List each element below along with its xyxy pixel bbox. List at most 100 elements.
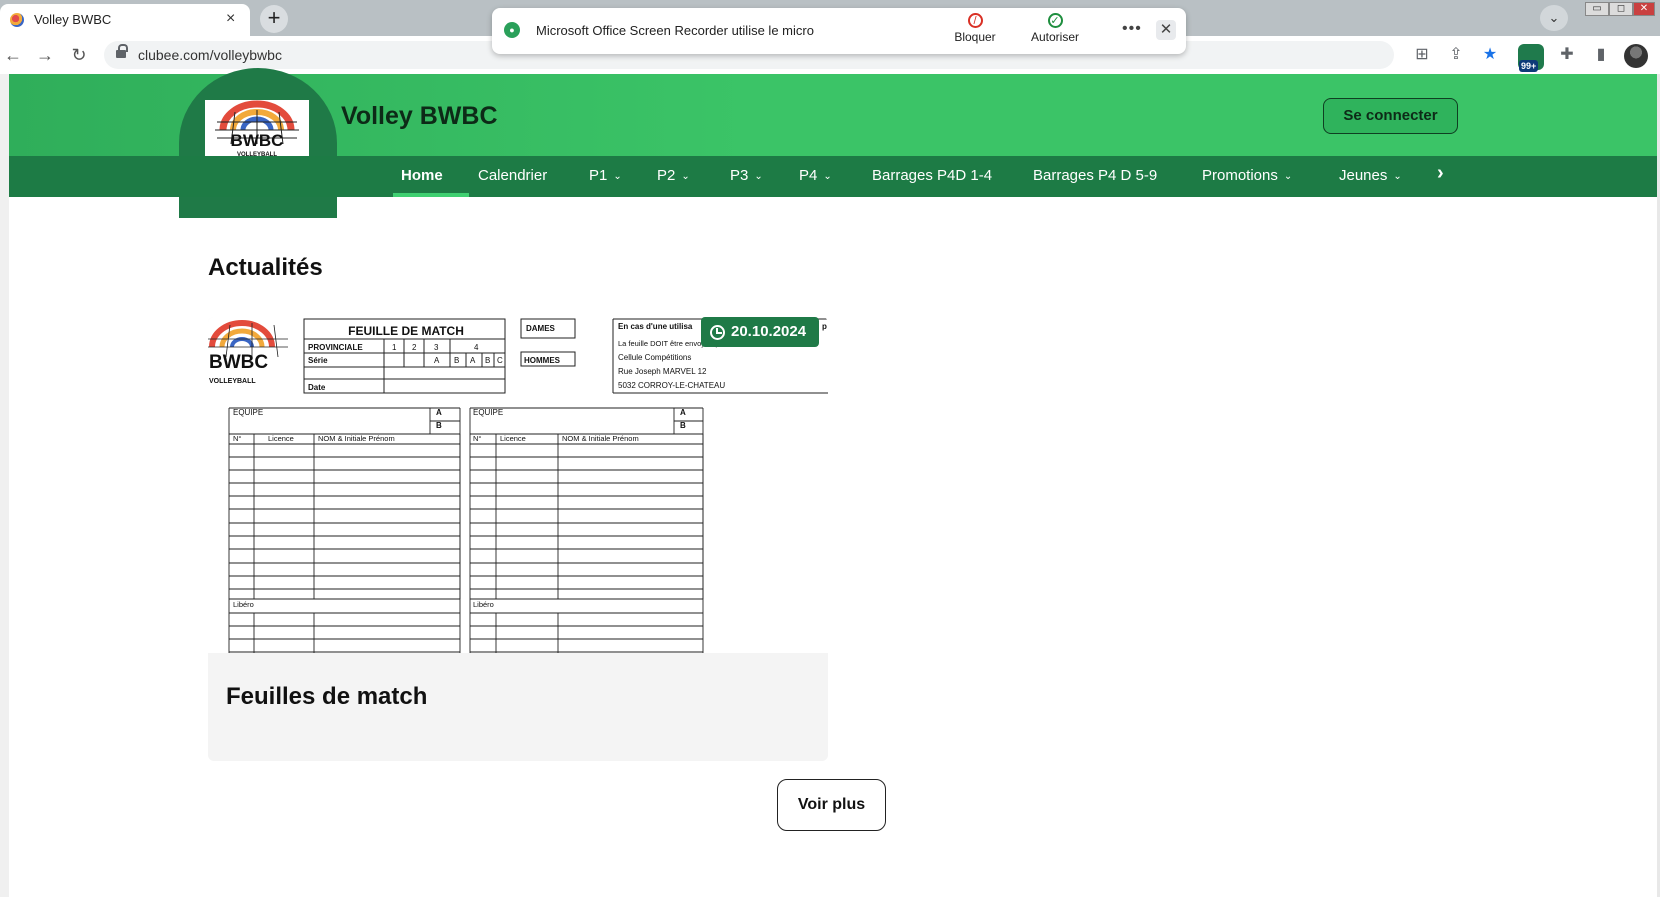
sheet-address-1: Cellule Compétitions (618, 353, 691, 362)
extension-icon[interactable]: 99+ (1518, 44, 1544, 72)
sheet-col-2: 2 (412, 343, 417, 352)
sheet-serie-b1: B (454, 356, 459, 365)
team1-equipe: EQUIPE (233, 408, 263, 417)
nav-label: P3 (730, 167, 749, 184)
match-sheet-image: BWBC VOLLEYBALL FEUILLE DE MATCH PROVINC… (208, 317, 828, 653)
url-text: clubee.com/volleybwbc (138, 47, 282, 63)
tab-search-button[interactable]: ⌄ (1540, 5, 1568, 31)
nav-item-barrages-p4d-1-4[interactable]: Barrages P4D 1-4 (872, 167, 992, 184)
nav-item-barrages-p4-d-5-9[interactable]: Barrages P4 D 5-9 (1033, 167, 1157, 184)
login-button[interactable]: Se connecter (1323, 98, 1458, 134)
nav-active-indicator (393, 193, 469, 197)
chevron-down-icon: ⌄ (1393, 171, 1402, 182)
nav-label: P4 (799, 167, 818, 184)
new-tab-button[interactable]: + (260, 5, 288, 33)
lock-icon (116, 44, 128, 60)
block-button[interactable]: / Bloquer (940, 13, 1010, 44)
team2-a: A (680, 408, 686, 417)
forward-icon[interactable]: → (32, 42, 58, 68)
sheet-col-4: 4 (474, 343, 479, 352)
sheet-provinciale: PROVINCIALE (308, 343, 363, 352)
extensions-puzzle-icon[interactable]: ✚ (1556, 44, 1578, 66)
sheet-col-3: 3 (434, 343, 439, 352)
side-panel-icon[interactable]: ▮ (1590, 44, 1612, 66)
more-options-icon[interactable]: ••• (1122, 20, 1142, 38)
nav-label: Barrages P4D 1-4 (872, 167, 993, 184)
back-icon[interactable]: ← (0, 42, 26, 68)
date-badge: 20.10.2024 (701, 317, 819, 347)
browser-tab[interactable]: Volley BWBC × (0, 4, 250, 36)
nav-item-home[interactable]: Home (401, 167, 443, 184)
team1-libero: Libéro (233, 600, 254, 609)
recorder-app-icon: ● (504, 22, 520, 38)
block-label: Bloquer (954, 30, 996, 44)
permission-app-name: Microsoft Office Screen Recorder (536, 23, 728, 38)
page-left-edge (0, 74, 9, 897)
chevron-down-icon: ⌄ (613, 171, 622, 182)
sheet-serie-b2: B (485, 356, 490, 365)
reload-icon[interactable]: ↻ (66, 42, 92, 68)
team1-col-no: N° (233, 434, 241, 443)
minimize-button[interactable]: ▭ (1585, 2, 1609, 16)
nav-item-p2[interactable]: P2 ⌄ (657, 167, 690, 184)
close-popup-icon[interactable]: ✕ (1156, 20, 1176, 40)
sheet-serie: Série (308, 356, 328, 365)
team1-col-nom: NOM & Initiale Prénom (318, 434, 395, 443)
sheet-dames: DAMES (526, 324, 556, 333)
sheet-serie-a2: A (470, 356, 476, 365)
nav-item-p3[interactable]: P3 ⌄ (730, 167, 763, 184)
nav-label: P2 (657, 167, 676, 184)
sheet-col-1: 1 (392, 343, 397, 352)
sheet-logo-subtext: VOLLEYBALL (209, 378, 256, 385)
logo-text: BWBC (231, 131, 284, 150)
browser-window: Volley BWBC × + ⌄ ▭ ◻ ✕ ← → ↻ clubee.com… (0, 0, 1660, 897)
sheet-notice-1: En cas d'une utilisa (618, 322, 693, 331)
nav-label: Home (401, 167, 443, 184)
sheet-hommes: HOMMES (524, 356, 561, 365)
nav-item-promotions[interactable]: Promotions ⌄ (1202, 167, 1292, 184)
bookmark-star-icon[interactable]: ★ (1479, 44, 1501, 66)
club-logo[interactable]: BWBC VOLLEYBALL (205, 100, 309, 162)
nav-item-jeunes[interactable]: Jeunes ⌄ (1339, 167, 1402, 184)
bwbc-logo-icon: BWBC VOLLEYBALL (215, 100, 299, 158)
card-title[interactable]: Feuilles de match (226, 683, 427, 711)
site-title[interactable]: Volley BWBC (341, 102, 498, 131)
nav-item-calendrier[interactable]: Calendrier (478, 167, 547, 184)
maximize-button[interactable]: ◻ (1609, 2, 1633, 16)
extension-badge: 99+ (1519, 60, 1539, 72)
sheet-address-2: Rue Joseph MARVEL 12 (618, 367, 707, 376)
nav-label: Barrages P4 D 5-9 (1033, 167, 1158, 184)
team2-equipe: EQUIPE (473, 408, 503, 417)
chevron-down-icon: ⌄ (681, 171, 690, 182)
chevron-down-icon: ⌄ (1283, 171, 1293, 182)
permission-message-suffix: utilise le micro (731, 23, 814, 38)
sheet-logo-text: BWBC (209, 352, 268, 373)
sheet-serie-a1: A (434, 356, 440, 365)
clock-icon (710, 325, 725, 340)
date-text: 20.10.2024 (731, 323, 807, 340)
sheet-notice-1-end: p (822, 322, 827, 331)
section-title: Actualités (208, 254, 323, 281)
profile-avatar[interactable] (1624, 44, 1648, 68)
share-icon[interactable]: ⇪ (1445, 44, 1467, 66)
team2-b: B (680, 421, 686, 430)
sheet-heading: FEUILLE DE MATCH (348, 324, 464, 338)
chevron-down-icon: ⌄ (823, 171, 832, 182)
nav-item-p1[interactable]: P1 ⌄ (589, 167, 622, 184)
site-header: BWBC VOLLEYBALL Volley BWBC Se connecter (9, 68, 1657, 218)
sheet-address-3: 5032 CORROY-LE-CHATEAU (618, 381, 725, 390)
team2-col-licence: Licence (500, 434, 526, 443)
translate-icon[interactable]: ⊞ (1411, 44, 1433, 66)
nav-next-icon[interactable]: › (1437, 162, 1444, 185)
permission-message: Microsoft Office Screen Recorder utilise… (536, 23, 814, 38)
tab-close-icon[interactable]: × (226, 10, 235, 28)
nav-item-p4[interactable]: P4 ⌄ (799, 167, 832, 184)
news-card[interactable]: BWBC VOLLEYBALL FEUILLE DE MATCH PROVINC… (208, 317, 828, 761)
main-nav: Home Calendrier P1 ⌄ P2 ⌄ P3 ⌄ P4 ⌄ Barrages… (9, 156, 1657, 197)
allow-button[interactable]: ✓ Autoriser (1020, 13, 1090, 44)
team2-col-no: N° (473, 434, 481, 443)
nav-label: Jeunes (1339, 167, 1388, 184)
see-more-button[interactable]: Voir plus (777, 779, 886, 831)
close-window-button[interactable]: ✕ (1633, 2, 1655, 16)
team2-libero: Libéro (473, 600, 494, 609)
